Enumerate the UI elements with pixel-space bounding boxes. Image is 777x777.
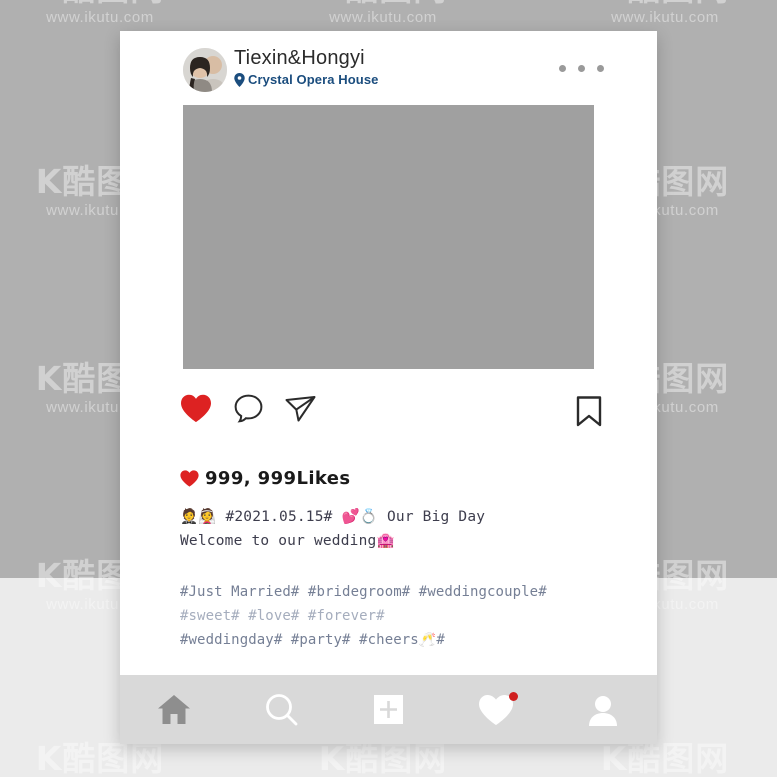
location-pin-icon <box>234 73 245 87</box>
username[interactable]: Tiexin&Hongyi <box>234 45 379 71</box>
likes-heart-icon <box>180 470 199 487</box>
hashtag-line[interactable]: #sweet# #love# #forever# <box>180 604 640 628</box>
hashtag-line[interactable]: #weddingday# #party# #cheers🥂# <box>180 628 640 652</box>
likes-row: 999, 999Likes <box>180 468 351 489</box>
home-icon <box>157 695 190 724</box>
post-image[interactable] <box>183 105 594 369</box>
post-caption: 🤵👰 #2021.05.15# 💕💍 Our Big Day Welcome t… <box>180 505 610 553</box>
avatar[interactable] <box>183 48 227 92</box>
post-card: Tiexin&Hongyi Crystal Opera House 999, 9… <box>120 31 657 744</box>
post-hashtags: #Just Married# #bridegroom# #weddingcoup… <box>180 580 640 652</box>
avatar-image <box>183 48 227 92</box>
like-icon[interactable] <box>180 394 212 423</box>
plus-square-icon <box>373 695 403 724</box>
bottom-navigation-bar <box>120 675 657 744</box>
comment-icon[interactable] <box>234 394 263 423</box>
search-icon <box>265 694 297 726</box>
more-dot <box>559 65 566 72</box>
location-row[interactable]: Crystal Opera House <box>234 72 379 88</box>
caption-line: Welcome to our wedding🏩 <box>180 533 395 549</box>
more-options-button[interactable] <box>559 65 604 72</box>
more-dot <box>597 65 604 72</box>
post-header: Tiexin&Hongyi Crystal Opera House <box>120 31 657 105</box>
nav-item-activity[interactable] <box>468 686 524 734</box>
more-dot <box>578 65 585 72</box>
notification-badge <box>508 691 518 701</box>
nav-item-create[interactable] <box>360 686 416 734</box>
nav-item-profile[interactable] <box>575 686 631 734</box>
nav-item-search[interactable] <box>253 686 309 734</box>
caption-line: 🤵👰 #2021.05.15# 💕💍 Our Big Day <box>180 509 486 525</box>
likes-count: 999, 999Likes <box>205 468 351 489</box>
action-bar <box>120 394 657 446</box>
location-name: Crystal Opera House <box>248 72 379 87</box>
share-icon[interactable] <box>285 394 316 423</box>
nav-item-home[interactable] <box>146 686 202 734</box>
person-icon <box>589 695 618 726</box>
action-buttons-left <box>180 394 316 423</box>
header-text-group: Tiexin&Hongyi Crystal Opera House <box>234 45 379 88</box>
hashtag-line[interactable]: #Just Married# #bridegroom# #weddingcoup… <box>180 580 640 604</box>
bookmark-icon[interactable] <box>576 396 602 427</box>
